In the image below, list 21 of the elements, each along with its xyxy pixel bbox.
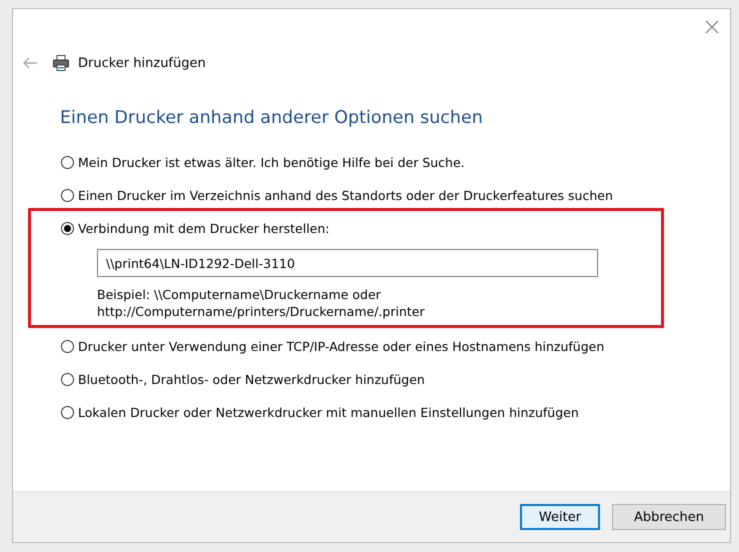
option-label[interactable]: Drucker unter Verwendung einer TCP/IP-Adresse oder eines Hostnamens hinzufügen bbox=[78, 338, 604, 354]
option-label[interactable]: Verbindung mit dem Drucker herstellen: bbox=[78, 220, 330, 236]
radio-button[interactable] bbox=[61, 222, 74, 234]
option-label[interactable]: Einen Drucker im Verzeichnis anhand des Standorts oder der Druckerfeatures suchen bbox=[78, 188, 613, 202]
radio-button[interactable] bbox=[61, 372, 74, 386]
close-icon[interactable] bbox=[704, 19, 720, 35]
radio-button[interactable] bbox=[61, 406, 74, 418]
example-text: http://Computername/printers/Druckername/.printer bbox=[97, 303, 426, 320]
radio-button[interactable] bbox=[61, 340, 74, 352]
window-title: Drucker hinzufügen bbox=[78, 56, 206, 70]
radio-button[interactable] bbox=[61, 156, 74, 168]
option-label[interactable]: Lokalen Drucker oder Netzwerkdrucker mit manuellen Einstellungen hinzufügen bbox=[78, 404, 579, 420]
radio-button[interactable] bbox=[61, 188, 74, 202]
example-text: Beispiel: \\Computername\Druckername oder bbox=[97, 286, 382, 303]
option-label[interactable]: Bluetooth-, Drahtlos- oder Netzwerkdrucker hinzufügen bbox=[78, 372, 425, 386]
printer-icon bbox=[52, 54, 70, 72]
cancel-button[interactable]: Abbrechen bbox=[612, 504, 726, 530]
option-label[interactable]: Mein Drucker ist etwas älter. Ich benötige Hilfe bei der Suche. bbox=[78, 154, 465, 170]
next-button[interactable]: Weiter bbox=[520, 504, 600, 530]
printer-path-field[interactable]: \\print64\LN-ID1292-Dell-3110 bbox=[97, 249, 598, 277]
page-heading: Einen Drucker anhand anderer Optionen suchen bbox=[60, 108, 484, 128]
